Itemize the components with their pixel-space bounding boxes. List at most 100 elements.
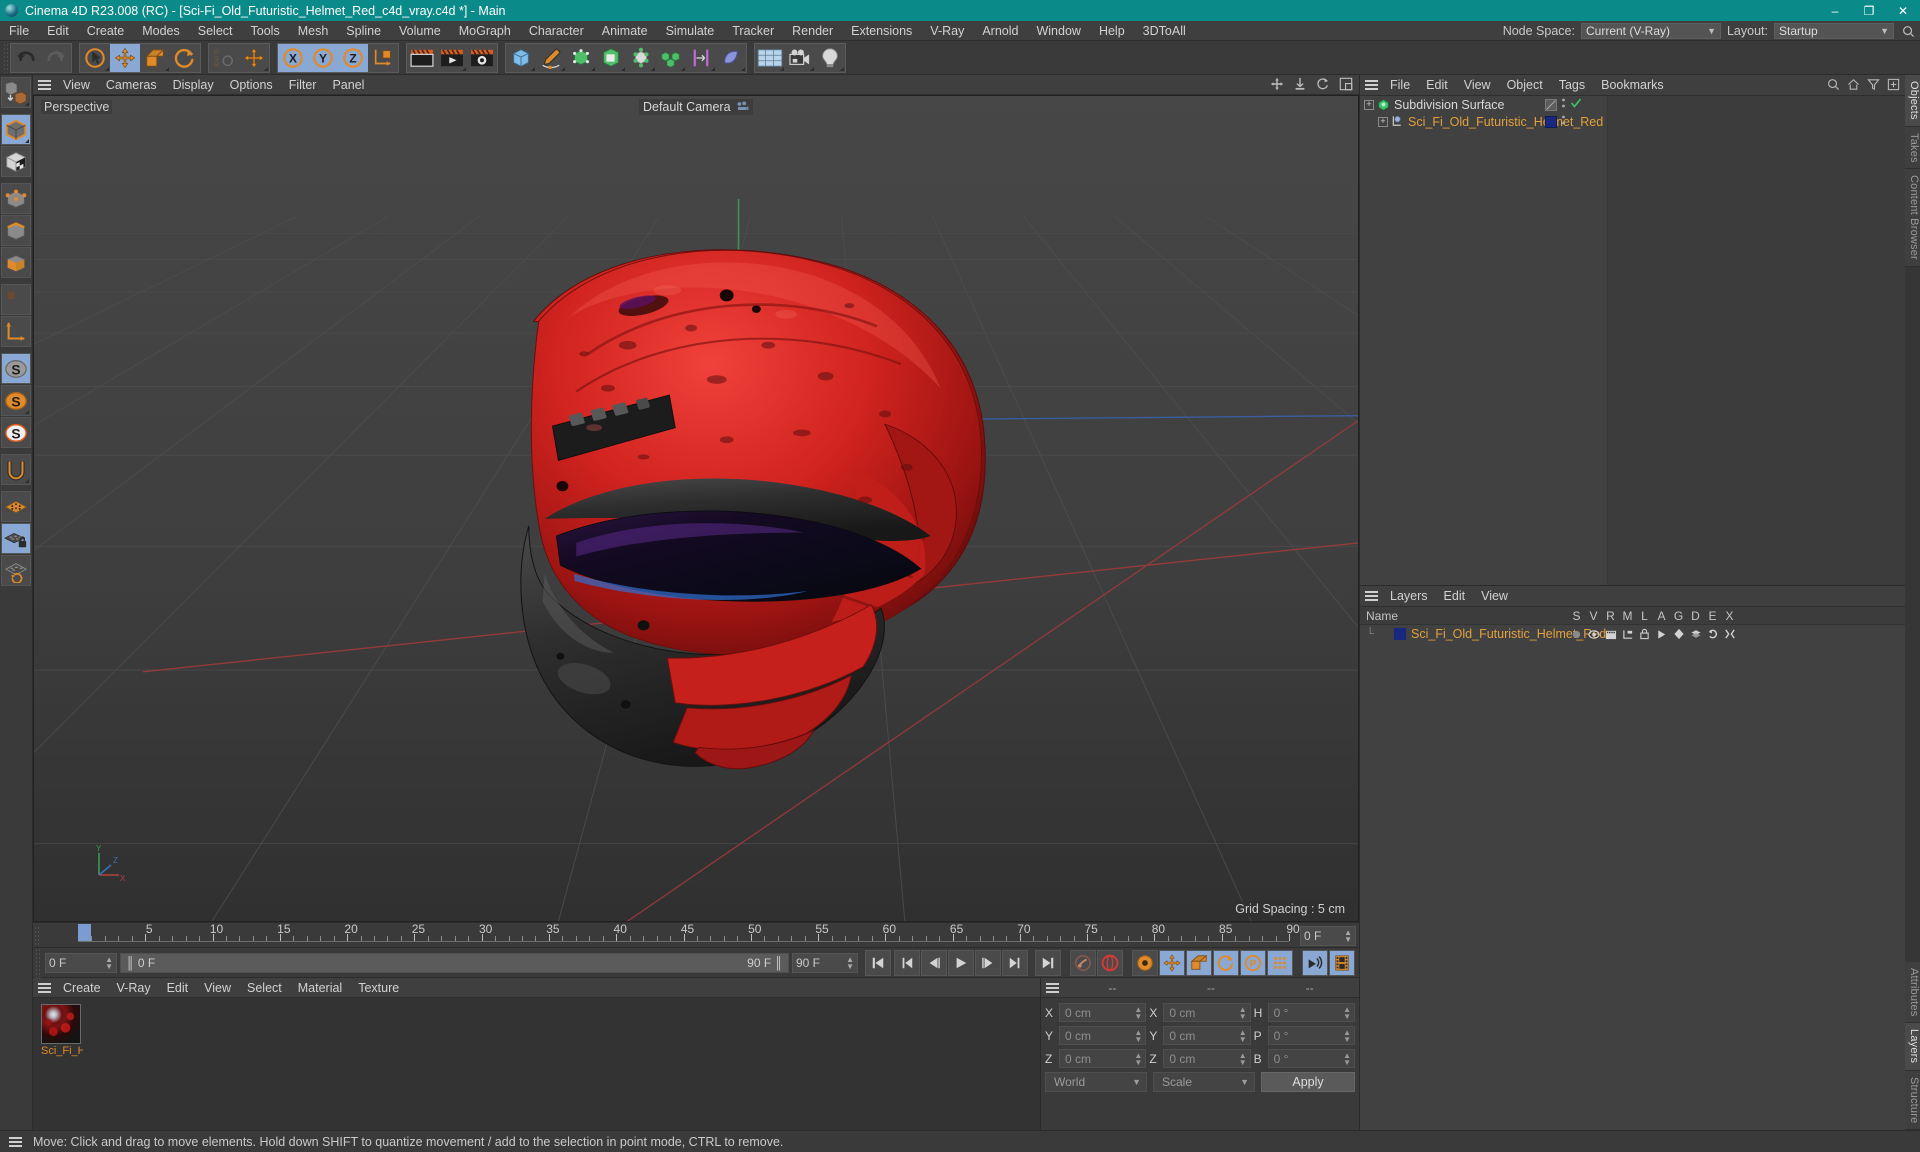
render-view-button[interactable] — [407, 44, 437, 72]
timeline-grip[interactable] — [34, 926, 40, 946]
spinner-icon[interactable]: ▲ ▼ — [1239, 1051, 1247, 1066]
minimize-button[interactable]: – — [1818, 0, 1852, 21]
object-row-helmet[interactable]: + Sci_Fi_Old_Futuristic_Helmet_Red — [1360, 113, 1607, 130]
coordinate-system-select[interactable]: World ▼ — [1045, 1072, 1147, 1092]
menu-item-file[interactable]: File — [0, 21, 38, 41]
material-menu-create[interactable]: Create — [55, 978, 109, 998]
texture-mode-button[interactable] — [1, 146, 31, 177]
vtab-layers[interactable]: Layers — [1905, 1023, 1920, 1071]
solo-flag-icon[interactable] — [1568, 629, 1585, 640]
render-settings-button[interactable] — [467, 44, 497, 72]
coord-field-size-y[interactable]: 0 cm ▲ ▼ — [1163, 1026, 1251, 1045]
viewport-menu-view[interactable]: View — [55, 75, 98, 95]
timeline-playhead[interactable] — [78, 924, 91, 941]
camera-button[interactable] — [785, 44, 815, 72]
deformer-button[interactable] — [596, 44, 626, 72]
snap-magnet-button[interactable] — [1, 454, 31, 485]
layer-row[interactable]: └ Sci_Fi_Old_Futuristic_Helmet_Red — [1360, 625, 1905, 643]
key-scale-button[interactable] — [1186, 949, 1212, 976]
menu-item-create[interactable]: Create — [78, 21, 134, 41]
go-to-start-button[interactable] — [865, 949, 891, 976]
point-level-animation-button[interactable] — [1267, 949, 1293, 976]
search-icon[interactable] — [1827, 78, 1840, 94]
floor-environment-button[interactable] — [755, 44, 785, 72]
timeline-frame-field[interactable]: 0 F ▲ ▼ — [1300, 926, 1356, 946]
material-tag-icon[interactable] — [1545, 115, 1557, 128]
vtab-takes[interactable]: Takes — [1905, 126, 1920, 170]
workplane-button[interactable]: S — [1, 417, 31, 448]
perspective-viewport[interactable]: Perspective Default Camera Grid Spacing … — [33, 95, 1359, 922]
make-editable-button[interactable] — [1, 77, 31, 108]
vtab-content-browser[interactable]: Content Browser — [1905, 169, 1920, 268]
close-button[interactable]: ✕ — [1886, 0, 1920, 21]
animation-toolbar-grip[interactable] — [35, 947, 42, 978]
search-icon[interactable] — [1900, 23, 1916, 39]
uv-polygon-mode-button[interactable] — [1, 284, 31, 315]
go-to-end-button[interactable] — [1035, 949, 1061, 976]
pan-view-icon[interactable] — [1270, 77, 1284, 94]
maximize-button[interactable]: ❐ — [1852, 0, 1886, 21]
viewport-menu-display[interactable]: Display — [165, 75, 222, 95]
coord-field-size-z[interactable]: 0 cm ▲ ▼ — [1163, 1049, 1251, 1068]
coordinates-hamburger-icon[interactable] — [1041, 978, 1063, 998]
next-keyframe-button[interactable] — [1002, 949, 1028, 976]
layer-color-swatch[interactable] — [1394, 628, 1406, 640]
material-menu-vray[interactable]: V-Ray — [109, 978, 159, 998]
toolbar-grip[interactable] — [3, 42, 10, 73]
object-manager-empty-area[interactable] — [1608, 96, 1905, 585]
lock-y-axis-button[interactable]: Y — [308, 43, 338, 72]
expression-flag-icon[interactable] — [1704, 628, 1721, 640]
scale-tool-button[interactable] — [140, 44, 170, 72]
material-menu-view[interactable]: View — [196, 978, 239, 998]
vtab-objects[interactable]: Objects — [1905, 75, 1920, 127]
rotate-tool-button[interactable] — [170, 44, 200, 72]
scene-spacing-button[interactable] — [686, 44, 716, 72]
soft-selection-button[interactable]: S — [1, 385, 31, 416]
vtab-attributes[interactable]: Attributes — [1905, 961, 1920, 1024]
preview-range-bar[interactable]: ║ 0 F 90 F ║ — [120, 952, 789, 973]
range-end-field[interactable]: 90 F ▲ ▼ — [792, 952, 858, 973]
previous-frame-button[interactable] — [921, 949, 947, 976]
material-menu-material[interactable]: Material — [290, 978, 350, 998]
sound-playback-button[interactable] — [1302, 949, 1328, 976]
key-parameter-button[interactable]: P — [1240, 949, 1266, 976]
visibility-dots-icon[interactable] — [1561, 97, 1566, 112]
dolly-view-icon[interactable] — [1293, 77, 1307, 94]
object-menu-bookmarks[interactable]: Bookmarks — [1593, 75, 1672, 96]
material-menu-hamburger-icon[interactable] — [33, 978, 55, 998]
point-mode-button[interactable] — [1, 183, 31, 214]
spinner-icon[interactable]: ▲ ▼ — [846, 955, 854, 970]
spinner-icon[interactable]: ▲ ▼ — [1134, 1051, 1142, 1066]
viewport-menu-panel[interactable]: Panel — [324, 75, 372, 95]
object-manager-body[interactable]: + Subdivision Surface + Sci_Fi_Old_Futur… — [1360, 96, 1905, 585]
spinner-icon[interactable]: ▲ ▼ — [105, 955, 113, 970]
object-row-subdivision-surface[interactable]: + Subdivision Surface — [1360, 96, 1607, 113]
coord-field-rot-p[interactable]: 0 ° ▲ ▼ — [1267, 1026, 1355, 1045]
coord-field-pos-y[interactable]: 0 cm ▲ ▼ — [1059, 1026, 1147, 1045]
menu-item-render[interactable]: Render — [783, 21, 842, 41]
record-active-objects-button[interactable] — [1097, 949, 1123, 976]
psr-tool-button[interactable]: PSR — [209, 44, 239, 72]
menu-item-vray[interactable]: V-Ray — [921, 21, 973, 41]
coord-field-rot-h[interactable]: 0 ° ▲ ▼ — [1267, 1003, 1355, 1022]
grid-snap-button[interactable] — [1, 491, 31, 522]
go-to-root-icon[interactable] — [1847, 78, 1860, 94]
current-frame-field[interactable]: 0 F ▲ ▼ — [45, 952, 117, 973]
axis-mode-button[interactable] — [1, 316, 31, 347]
menu-item-spline[interactable]: Spline — [337, 21, 390, 41]
viewport-menu-hamburger-icon[interactable] — [33, 75, 55, 95]
manager-flag-icon[interactable] — [1619, 629, 1636, 640]
disabled-tag-icon[interactable] — [1545, 98, 1557, 111]
material-menu-edit[interactable]: Edit — [159, 978, 197, 998]
menu-item-help[interactable]: Help — [1090, 21, 1134, 41]
viewport-menu-options[interactable]: Options — [222, 75, 281, 95]
move-tool-button[interactable] — [110, 43, 140, 72]
render-flag-icon[interactable] — [1602, 629, 1619, 640]
layout-select[interactable]: Startup ▼ — [1774, 23, 1894, 39]
view-flag-icon[interactable] — [1585, 629, 1602, 640]
menu-item-window[interactable]: Window — [1027, 21, 1089, 41]
spinner-icon[interactable]: ▲ ▼ — [1239, 1005, 1247, 1020]
redo-button[interactable] — [41, 44, 71, 72]
menu-item-mograph[interactable]: MoGraph — [450, 21, 520, 41]
viewport-menu-filter[interactable]: Filter — [281, 75, 325, 95]
